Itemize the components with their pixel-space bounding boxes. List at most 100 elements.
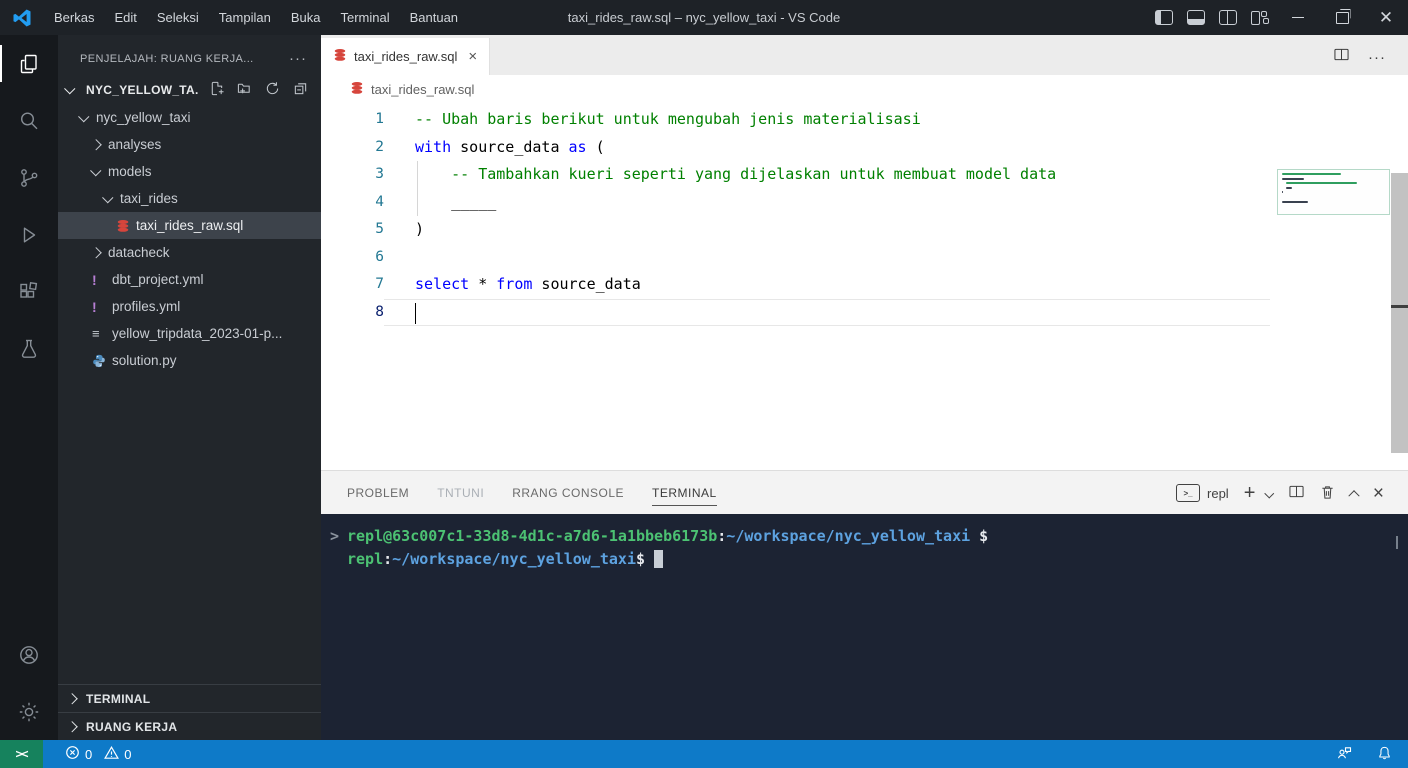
code-line-content[interactable]: with source_data as ( — [384, 134, 605, 162]
code-line-7[interactable]: 7 select * from source_data — [321, 271, 1408, 299]
explorer-more-icon[interactable]: ··· — [289, 50, 307, 67]
errors-status[interactable]: 0 — [65, 745, 92, 763]
code-line-content[interactable] — [384, 244, 415, 272]
toggle-sidebar-icon[interactable] — [1155, 10, 1173, 25]
code-line-content[interactable] — [384, 298, 1270, 326]
close-window-button[interactable]: ✕ — [1364, 0, 1408, 35]
refresh-icon[interactable] — [265, 81, 280, 99]
menu-bantuan[interactable]: Bantuan — [400, 0, 468, 35]
indent-guide — [417, 161, 418, 216]
activitybar-search-icon[interactable] — [0, 92, 58, 149]
new-terminal-icon[interactable]: + — [1244, 483, 1256, 503]
breadcrumb[interactable]: taxi_rides_raw.sql — [321, 75, 1408, 103]
remote-indicator[interactable]: >< — [0, 740, 43, 768]
code-line-3[interactable]: 3 -- Tambahkan kueri seperti yang dijela… — [321, 161, 1408, 189]
section-ruang-kerja[interactable]: RUANG KERJA — [58, 712, 321, 740]
code-line-6[interactable]: 6 — [321, 244, 1408, 272]
tree-item-models[interactable]: models — [58, 158, 321, 185]
tree-item-taxi-rides-raw-sql[interactable]: taxi_rides_raw.sql — [58, 212, 321, 239]
panel-tab-problem[interactable]: PROBLEM — [347, 471, 409, 515]
menu-terminal[interactable]: Terminal — [330, 0, 399, 35]
dbt-file-icon — [116, 219, 136, 233]
code-line-content[interactable]: ) — [384, 216, 424, 244]
tab-close-icon[interactable]: × — [468, 48, 477, 65]
code-line-2[interactable]: 2 with source_data as ( — [321, 134, 1408, 162]
close-panel-icon[interactable]: × — [1373, 484, 1384, 503]
maximize-panel-icon[interactable] — [1348, 490, 1360, 502]
tree-item-label: datacheck — [108, 245, 170, 260]
warning-count: 0 — [124, 746, 132, 762]
minimap-line — [1286, 186, 1292, 189]
menu-berkas[interactable]: Berkas — [44, 0, 104, 35]
split-editor-icon[interactable] — [1333, 47, 1350, 67]
split-layout-icon[interactable] — [1219, 10, 1237, 25]
minimap[interactable] — [1277, 169, 1390, 215]
code-line-4[interactable]: 4 _____ — [321, 189, 1408, 217]
new-folder-icon[interactable] — [237, 81, 252, 99]
terminal-line-1: > repl@63c007c1-33d8-4d1c-a7d6-1a1bbeb617… — [330, 525, 1408, 548]
menu-edit[interactable]: Edit — [104, 0, 146, 35]
customize-layout-icon[interactable] — [1251, 10, 1269, 25]
code-line-8[interactable]: 8 — [321, 298, 1408, 326]
code-line-content[interactable]: select * from source_data — [384, 271, 641, 299]
panel-tab-tntuni[interactable]: TNTUNI — [437, 471, 484, 515]
minimize-button[interactable] — [1276, 0, 1320, 35]
code-line-content[interactable]: -- Tambahkan kueri seperti yang dijelask… — [384, 161, 1056, 189]
chevron-right-icon — [66, 721, 84, 732]
menu-seleksi[interactable]: Seleksi — [147, 0, 209, 35]
panel-header: PROBLEM TNTUNI RRANG CONSOLE TERMINAL >_ re… — [321, 470, 1408, 515]
tree-item-dbt-project-yml[interactable]: ! dbt_project.yml — [58, 266, 321, 293]
feedback-icon[interactable] — [1336, 745, 1353, 764]
tree-item-analyses[interactable]: analyses — [58, 131, 321, 158]
split-terminal-icon[interactable] — [1288, 484, 1305, 502]
tab-taxi-rides-raw-sql[interactable]: taxi_rides_raw.sql × — [321, 38, 491, 75]
kill-terminal-icon[interactable] — [1320, 484, 1335, 503]
tree-item-label: taxi_rides — [120, 191, 178, 206]
restore-button[interactable] — [1320, 0, 1364, 35]
tree-item-nyc-yellow-taxi[interactable]: nyc_yellow_taxi — [58, 104, 321, 131]
tree-item-taxi-rides[interactable]: taxi_rides — [58, 185, 321, 212]
tree-item-profiles-yml[interactable]: ! profiles.yml — [58, 293, 321, 320]
activitybar-account-icon[interactable] — [0, 626, 58, 683]
warnings-status[interactable]: 0 — [104, 745, 131, 763]
new-file-icon[interactable] — [209, 81, 224, 99]
terminal-cursor — [654, 549, 664, 568]
menu-buka[interactable]: Buka — [281, 0, 331, 35]
activitybar-settings-icon[interactable] — [0, 683, 58, 740]
panel-tab-terminal[interactable]: TERMINAL — [652, 471, 717, 515]
title-bar: Berkas Edit Seleksi Tampilan Buka Terminal Ban… — [0, 0, 1408, 35]
notifications-bell-icon[interactable] — [1377, 745, 1392, 764]
code-line-content[interactable]: -- Ubah baris berikut untuk mengubah jen… — [384, 106, 921, 134]
terminal-scrollbar[interactable] — [1396, 536, 1398, 549]
menu-tampilan[interactable]: Tampilan — [209, 0, 281, 35]
terminal-line-2: repl: ~/workspace/nyc_yellow_taxi $ — [330, 548, 1408, 571]
section-terminal[interactable]: TERMINAL — [58, 684, 321, 712]
activitybar-run-debug-icon[interactable] — [0, 206, 58, 263]
editor-scrollbar[interactable] — [1391, 173, 1408, 453]
chevron-down-icon — [78, 110, 96, 122]
chevron-down-icon — [102, 191, 120, 203]
workspace-root-row[interactable]: NYC_YELLOW_TA. — [58, 76, 321, 104]
terminal-profile-dropdown-icon[interactable] — [1265, 488, 1275, 498]
code-line-content[interactable]: _____ — [384, 189, 496, 217]
code-line-5[interactable]: 5) — [321, 216, 1408, 244]
code-line-1[interactable]: 1 -- Ubah baris berikut untuk mengubah je… — [321, 106, 1408, 134]
text-cursor — [415, 302, 416, 324]
explorer-title: PENJELAJAH: RUANG KERJA... — [80, 52, 254, 65]
tree-item-solution-py[interactable]: solution.py — [58, 347, 321, 374]
titlebar-actions: ✕ — [1148, 0, 1408, 35]
code-editor[interactable]: 1 -- Ubah baris berikut untuk mengubah je… — [321, 103, 1408, 473]
activitybar-source-control-icon[interactable] — [0, 149, 58, 206]
activitybar-explorer-icon[interactable] — [0, 35, 58, 92]
toggle-panel-icon[interactable] — [1187, 10, 1205, 25]
panel-tab-rrang-console[interactable]: RRANG CONSOLE — [512, 471, 624, 515]
tree-item-datacheck[interactable]: datacheck — [58, 239, 321, 266]
collapse-folders-icon[interactable] — [293, 81, 308, 99]
minimap-line — [1282, 191, 1284, 194]
terminal-content[interactable]: > repl@63c007c1-33d8-4d1c-a7d6-1a1bbeb617… — [321, 514, 1408, 740]
tree-item-yellow-tripdata-2023-01-p[interactable]: ≡ yellow_tripdata_2023-01-p... — [58, 320, 321, 347]
breadcrumb-item: taxi_rides_raw.sql — [371, 81, 475, 97]
activitybar-testing-icon[interactable] — [0, 320, 58, 377]
editor-more-icon[interactable]: ··· — [1368, 49, 1386, 66]
activitybar-extensions-icon[interactable] — [0, 263, 58, 320]
